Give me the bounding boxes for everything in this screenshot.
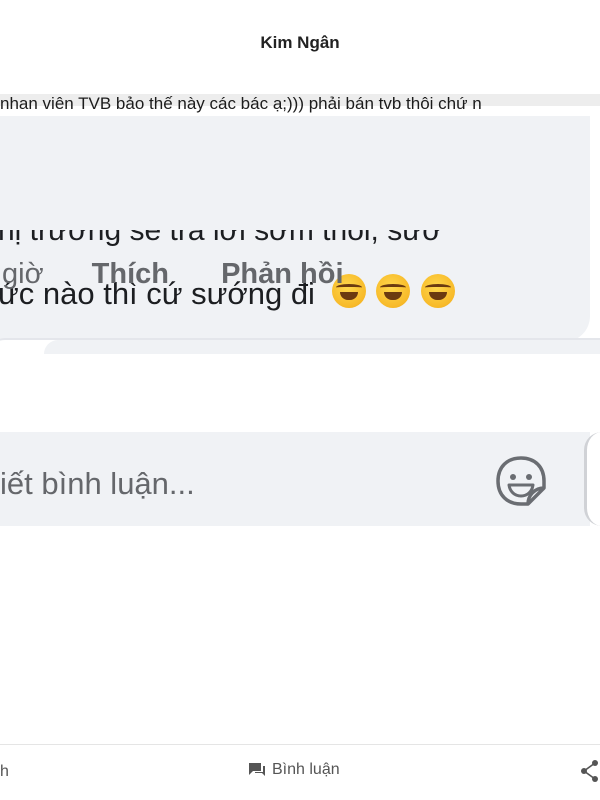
- comment-actions: giờ Thích Phản hồi: [2, 258, 388, 291]
- laughing-tears-emoji: [420, 274, 455, 308]
- post-caption: nhan viên TVB bảo thế này các bác ạ;))) …: [0, 94, 482, 113]
- comment-icon: [249, 763, 265, 776]
- share-icon[interactable]: [580, 759, 600, 783]
- comment-timestamp: giờ: [2, 258, 44, 290]
- adjacent-panel-edge: [584, 432, 600, 526]
- page: Kim Ngân nhan viên TVB bảo thế này các b…: [0, 0, 600, 800]
- like-button[interactable]: Thích: [92, 258, 169, 290]
- bottom-bar: h Bình luận: [0, 744, 600, 800]
- comment-input-placeholder[interactable]: iết bình luận...: [0, 466, 195, 502]
- reply-bubble-edge: [44, 340, 600, 354]
- header-title: Kim Ngân: [260, 33, 340, 52]
- reply-button[interactable]: Phản hồi: [221, 258, 343, 290]
- comment-line-cropped: hị trường sẽ trả lời sớm thôi, sướ: [0, 216, 442, 250]
- comment-bubble: hị trường sẽ trả lời sớm thôi, sướ ức nà…: [0, 116, 590, 342]
- comment-button[interactable]: Bình luận: [248, 761, 340, 779]
- top-bar: Kim Ngân: [0, 0, 600, 86]
- comment-button-label: Bình luận: [272, 761, 340, 778]
- bottom-left-label[interactable]: h: [0, 763, 9, 781]
- sticker-icon[interactable]: [494, 454, 548, 508]
- comment-text-line1: hị trường sẽ trả lời sớm thôi, sướ: [0, 230, 442, 247]
